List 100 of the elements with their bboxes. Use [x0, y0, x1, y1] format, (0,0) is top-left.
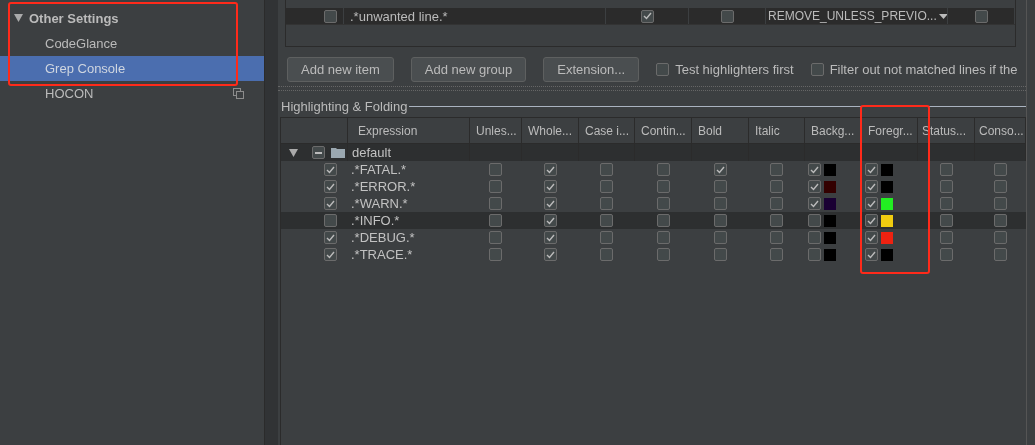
- caret-icon[interactable]: [938, 13, 947, 19]
- checkbox[interactable]: [600, 180, 613, 193]
- checkbox[interactable]: [543, 163, 557, 176]
- checkbox[interactable]: [770, 163, 783, 176]
- column-header[interactable]: Italic: [749, 118, 805, 143]
- checkbox[interactable]: [939, 163, 953, 176]
- color-swatch[interactable]: [824, 214, 836, 227]
- checkbox[interactable]: [324, 9, 337, 23]
- checkbox[interactable]: [865, 248, 878, 261]
- checkbox[interactable]: [543, 180, 557, 193]
- checkbox[interactable]: [656, 231, 670, 244]
- column-header[interactable]: Contin...: [635, 118, 692, 143]
- checkbox[interactable]: [770, 248, 783, 261]
- action-dropdown[interactable]: REMOVE_UNLESS_PREVIO...: [766, 9, 947, 23]
- checkbox[interactable]: [810, 62, 824, 76]
- checkbox[interactable]: [324, 197, 337, 210]
- checkbox[interactable]: [656, 180, 670, 193]
- checkbox[interactable]: [770, 231, 783, 244]
- checkbox[interactable]: [489, 231, 502, 244]
- checkbox[interactable]: [993, 197, 1007, 210]
- color-swatch[interactable]: [881, 214, 893, 227]
- checkbox[interactable]: [324, 180, 337, 193]
- checkbox[interactable]: [939, 214, 953, 227]
- checkbox[interactable]: [939, 197, 953, 210]
- checkbox[interactable]: [324, 248, 337, 261]
- checkbox[interactable]: [808, 197, 821, 210]
- checkbox[interactable]: [600, 163, 613, 176]
- checkbox[interactable]: [865, 231, 878, 244]
- checkbox[interactable]: [808, 163, 821, 176]
- sidebar-item[interactable]: HOCON: [0, 81, 264, 106]
- checkbox[interactable]: [600, 248, 613, 261]
- checkbox[interactable]: [600, 214, 613, 227]
- checkbox[interactable]: [865, 163, 878, 176]
- checkbox[interactable]: [489, 180, 502, 193]
- color-swatch[interactable]: [824, 180, 836, 193]
- checkbox[interactable]: [324, 214, 337, 227]
- checkbox[interactable]: [808, 180, 821, 193]
- action-button[interactable]: Extension...: [543, 56, 640, 82]
- color-swatch[interactable]: [881, 197, 893, 210]
- color-swatch[interactable]: [824, 197, 836, 210]
- checkbox[interactable]: [974, 9, 988, 23]
- color-swatch[interactable]: [881, 231, 893, 244]
- checkbox[interactable]: [713, 214, 727, 227]
- checkbox[interactable]: [489, 214, 502, 227]
- checkbox[interactable]: [939, 180, 953, 193]
- color-swatch[interactable]: [824, 163, 836, 176]
- option-label[interactable]: Filter out not matched lines if the: [829, 61, 1018, 77]
- column-header[interactable]: Backg...: [805, 118, 862, 143]
- checkbox[interactable]: [713, 197, 727, 210]
- checkbox[interactable]: [865, 214, 878, 227]
- column-header[interactable]: Bold: [692, 118, 749, 143]
- checkbox[interactable]: [600, 231, 613, 244]
- checkbox[interactable]: [312, 146, 325, 159]
- checkbox[interactable]: [770, 197, 783, 210]
- option-label[interactable]: Test highlighters first: [675, 61, 794, 77]
- color-swatch[interactable]: [824, 248, 836, 261]
- checkbox[interactable]: [865, 180, 878, 193]
- color-swatch[interactable]: [881, 180, 893, 193]
- checkbox[interactable]: [993, 214, 1007, 227]
- checkbox[interactable]: [713, 248, 727, 261]
- checkbox[interactable]: [993, 248, 1007, 261]
- checkbox[interactable]: [713, 163, 727, 176]
- splitter-bar[interactable]: [264, 0, 278, 445]
- checkbox[interactable]: [543, 197, 557, 210]
- settings-group-label[interactable]: Other Settings: [29, 10, 119, 26]
- checkbox[interactable]: [808, 231, 821, 244]
- checkbox[interactable]: [656, 248, 670, 261]
- checkbox[interactable]: [808, 214, 821, 227]
- action-button[interactable]: Add new item: [287, 56, 394, 82]
- checkbox[interactable]: [543, 231, 557, 244]
- checkbox[interactable]: [993, 231, 1007, 244]
- column-header[interactable]: Foregr...: [862, 118, 918, 143]
- checkbox[interactable]: [656, 214, 670, 227]
- checkbox[interactable]: [656, 62, 670, 76]
- checkbox[interactable]: [993, 180, 1007, 193]
- checkbox[interactable]: [713, 231, 727, 244]
- action-button[interactable]: Add new group: [410, 56, 527, 82]
- column-header[interactable]: Unles...: [470, 118, 522, 143]
- column-header[interactable]: Case i...: [579, 118, 635, 143]
- checkbox[interactable]: [656, 163, 670, 176]
- checkbox[interactable]: [720, 9, 734, 23]
- checkbox[interactable]: [656, 197, 670, 210]
- checkbox[interactable]: [489, 197, 502, 210]
- checkbox[interactable]: [993, 163, 1007, 176]
- checkbox[interactable]: [939, 231, 953, 244]
- column-header[interactable]: Expression: [348, 118, 470, 143]
- checkbox[interactable]: [543, 248, 557, 261]
- sidebar-item[interactable]: Grep Console: [0, 56, 264, 81]
- checkbox[interactable]: [543, 214, 557, 227]
- color-swatch[interactable]: [881, 248, 893, 261]
- checkbox[interactable]: [770, 180, 783, 193]
- checkbox[interactable]: [489, 248, 502, 261]
- checkbox[interactable]: [713, 180, 727, 193]
- expand-arrow-icon[interactable]: [14, 14, 23, 22]
- collapse-arrow-icon[interactable]: [289, 148, 298, 157]
- color-swatch[interactable]: [881, 163, 893, 176]
- checkbox[interactable]: [770, 214, 783, 227]
- checkbox[interactable]: [640, 9, 654, 23]
- checkbox[interactable]: [865, 197, 878, 210]
- checkbox[interactable]: [600, 197, 613, 210]
